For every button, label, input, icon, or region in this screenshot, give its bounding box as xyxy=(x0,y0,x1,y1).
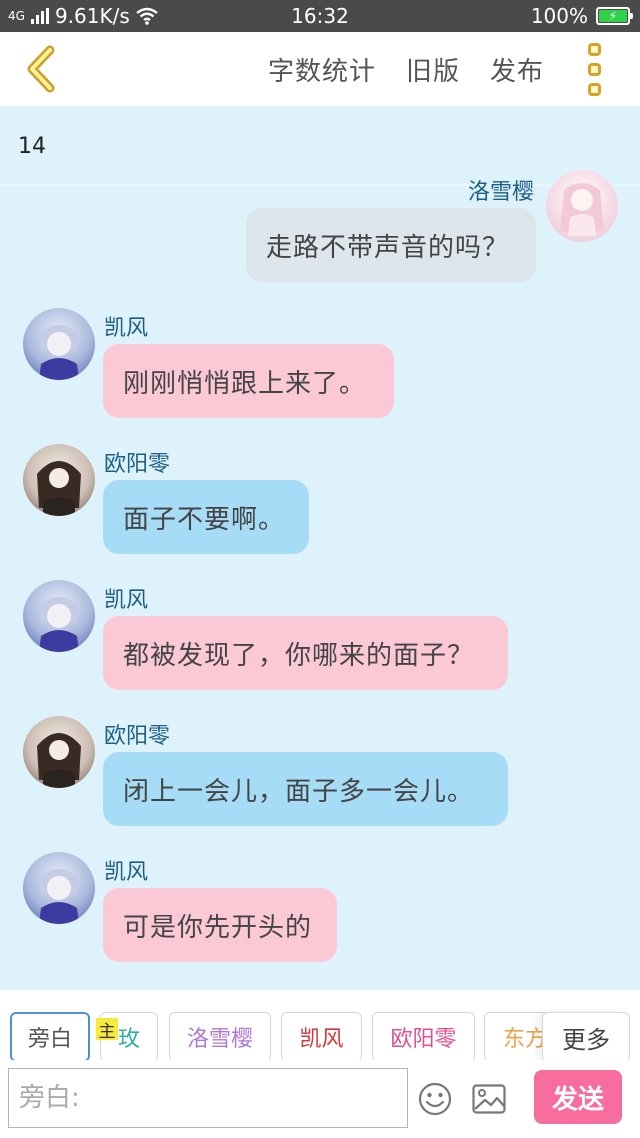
message-bubble[interactable]: 闭上一会儿，面子多一会儿。 xyxy=(103,752,508,826)
message-input-container[interactable] xyxy=(8,1068,408,1128)
message-bubble[interactable]: 面子不要啊。 xyxy=(103,480,309,554)
chat-area[interactable]: 14 洛雪樱 走路不带声音的吗？ 凯风 刚刚悄悄跟上来了。 欧阳零 面子不要啊。… xyxy=(0,106,640,990)
message-bubble[interactable]: 刚刚悄悄跟上来了。 xyxy=(103,344,394,418)
status-bar: 4G 9.61K/s 16:32 100% ⚡ xyxy=(0,0,640,32)
top-bar: 字数统计 旧版 发布 xyxy=(0,32,640,106)
role-ouyangling[interactable]: 欧阳零 xyxy=(372,1012,475,1060)
word-count-button[interactable]: 字数统计 xyxy=(268,51,376,88)
role-luoxueying[interactable]: 洛雪樱 xyxy=(169,1012,271,1060)
role-selector[interactable]: 旁白 玫 主 洛雪樱 凯风 欧阳零 东方 更多 xyxy=(0,990,640,1060)
message-bubble[interactable]: 走路不带声音的吗？ xyxy=(246,208,536,282)
message-bubble[interactable]: 可是你先开头的 xyxy=(103,888,337,962)
divider xyxy=(0,184,640,186)
old-version-button[interactable]: 旧版 xyxy=(406,51,460,88)
speaker-name: 凯风 xyxy=(104,860,149,885)
more-options-icon[interactable] xyxy=(574,39,614,99)
send-button[interactable]: 发送 xyxy=(534,1070,622,1124)
battery-percent: 100% xyxy=(530,4,588,28)
speaker-name: 凯风 xyxy=(104,588,149,613)
speaker-name: 欧阳零 xyxy=(104,724,171,749)
avatar[interactable] xyxy=(23,308,95,380)
publish-button[interactable]: 发布 xyxy=(490,51,544,88)
image-icon[interactable] xyxy=(472,1084,506,1114)
message-input[interactable] xyxy=(9,1069,407,1127)
input-bar: 旁白 玫 主 洛雪樱 凯风 欧阳零 东方 更多 发送 xyxy=(0,990,640,1138)
emoji-icon[interactable] xyxy=(418,1082,452,1116)
speaker-name: 欧阳零 xyxy=(104,452,171,477)
avatar[interactable] xyxy=(23,852,95,924)
avatar[interactable] xyxy=(23,716,95,788)
avatar[interactable] xyxy=(23,444,95,516)
back-arrow-icon xyxy=(27,45,55,93)
avatar[interactable] xyxy=(546,170,618,242)
chapter-count: 14 xyxy=(18,134,46,159)
main-role-badge: 主 xyxy=(96,1018,118,1042)
role-kaifeng[interactable]: 凯风 xyxy=(281,1012,362,1060)
message-bubble[interactable]: 都被发现了，你哪来的面子？ xyxy=(103,616,508,690)
more-roles-button[interactable]: 更多 xyxy=(542,1012,630,1060)
avatar[interactable] xyxy=(23,580,95,652)
battery-icon: ⚡ xyxy=(596,7,633,25)
back-button[interactable] xyxy=(20,44,70,94)
role-narrator[interactable]: 旁白 xyxy=(10,1012,90,1060)
speaker-name: 洛雪樱 xyxy=(468,180,535,205)
speaker-name: 凯风 xyxy=(104,316,149,341)
